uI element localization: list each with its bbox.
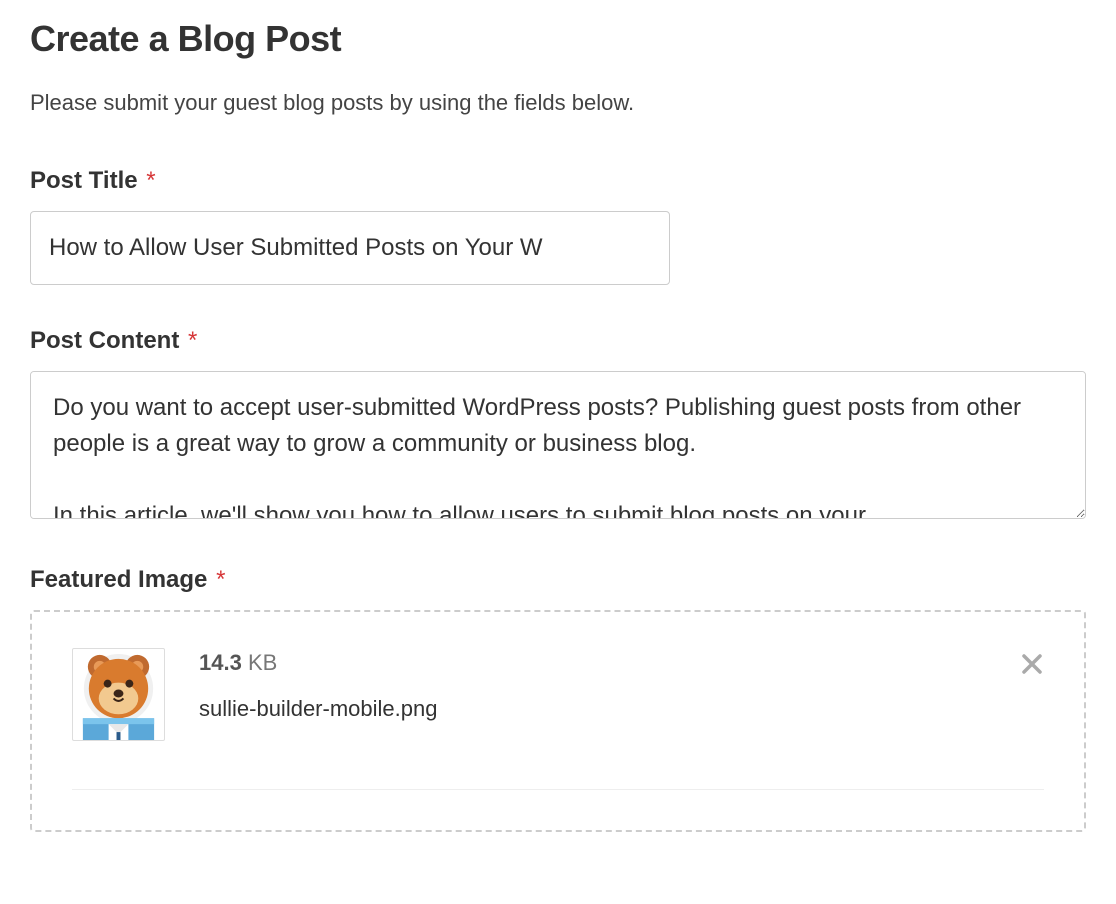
featured-image-label-text: Featured Image: [30, 566, 207, 593]
required-mark: *: [216, 566, 225, 593]
post-content-label: Post Content *: [30, 327, 1086, 355]
bear-avatar-icon: [73, 649, 164, 740]
uploaded-file-row: 14.3 KB sullie-builder-mobile.png: [72, 648, 1044, 790]
post-title-label-text: Post Title: [30, 167, 138, 194]
post-title-label: Post Title *: [30, 167, 1086, 195]
post-title-field: Post Title *: [30, 167, 1086, 285]
file-meta: 14.3 KB sullie-builder-mobile.png: [199, 648, 1044, 722]
upload-dropzone[interactable]: 14.3 KB sullie-builder-mobile.png: [30, 610, 1086, 832]
featured-image-label: Featured Image *: [30, 566, 1086, 594]
post-title-input[interactable]: [30, 211, 670, 285]
file-size: 14.3 KB: [199, 650, 1044, 676]
file-thumbnail: [72, 648, 165, 741]
post-content-field: Post Content *: [30, 327, 1086, 524]
close-icon: [1020, 652, 1044, 676]
post-content-textarea[interactable]: [30, 371, 1086, 519]
form-description: Please submit your guest blog posts by u…: [30, 88, 1086, 119]
form-title: Create a Blog Post: [30, 18, 1086, 60]
file-size-unit: KB: [242, 650, 277, 675]
required-mark: *: [146, 167, 155, 194]
featured-image-field: Featured Image *: [30, 566, 1086, 832]
required-mark: *: [188, 327, 197, 354]
post-content-label-text: Post Content: [30, 327, 179, 354]
remove-file-button[interactable]: [1014, 646, 1050, 682]
file-size-value: 14.3: [199, 650, 242, 675]
file-name: sullie-builder-mobile.png: [199, 696, 1044, 722]
